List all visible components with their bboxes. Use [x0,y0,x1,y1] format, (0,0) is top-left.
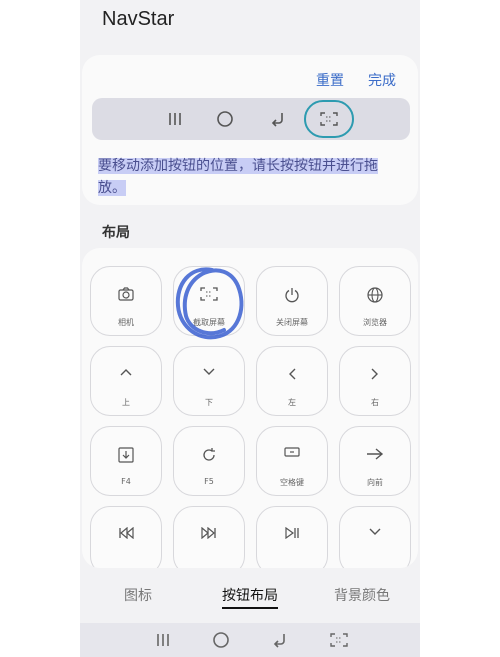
layout-button-label: 左 [288,398,296,407]
layout-button[interactable]: F4 [90,426,162,496]
play-pause-icon [257,527,327,539]
layout-button[interactable]: F5 [173,426,245,496]
refresh-icon [174,447,244,463]
chevron-left-icon [257,367,327,381]
layout-button-label: F4 [121,477,131,486]
skip-forward-icon [174,527,244,539]
tab-icons[interactable]: 图标 [124,585,152,605]
layout-button-label: 向前 [367,478,383,487]
layout-button[interactable]: 空格键 [256,426,328,496]
layout-button-label: 右 [371,398,379,407]
tab-background-color[interactable]: 背景颜色 [334,585,390,605]
home-icon[interactable] [208,623,234,657]
layout-button-label: 下 [205,398,213,407]
chevron-down-icon [174,367,244,377]
layout-button-label: 上 [122,398,130,407]
globe-icon [340,287,410,303]
layout-button-label: 浏览器 [363,318,387,327]
layout-button[interactable] [173,506,245,568]
download-icon [91,447,161,463]
nav-preview-card: 重置 完成 要移动添加按钮的位置，请长按按钮并进行拖放。 [82,55,418,205]
skip-back-icon [91,527,161,539]
layout-button[interactable]: 左 [256,346,328,416]
layout-button[interactable]: 相机 [90,266,162,336]
home-icon[interactable] [212,98,238,140]
back-icon[interactable] [264,98,290,140]
layout-button[interactable] [339,506,411,568]
section-title: 布局 [102,225,130,241]
arrow-right-icon [340,447,410,461]
spacebar-icon [257,447,327,457]
screenshot-icon[interactable] [326,623,352,657]
layout-button-label: 关闭屏幕 [276,318,308,327]
layout-button-label: 截取屏幕 [193,318,225,327]
system-navigation-bar [80,623,420,657]
layout-button[interactable]: 关闭屏幕 [256,266,328,336]
instruction-text: 要移动添加按钮的位置，请长按按钮并进行拖放。 [98,158,378,196]
chevron-up-icon [91,367,161,377]
chevron-down-icon [340,527,410,537]
app-title: NavStar [102,8,175,30]
screenshot-icon[interactable] [316,98,342,140]
power-icon [257,287,327,303]
reset-button[interactable]: 重置 [316,70,344,90]
button-layout-grid: 相机 截取屏幕 关闭屏幕 浏览器上 下 左 右 F4 F5 空格键 向前 [82,248,418,568]
layout-button[interactable]: 向前 [339,426,411,496]
layout-button[interactable] [90,506,162,568]
screenshot-icon [174,287,244,301]
layout-button[interactable] [256,506,328,568]
chevron-right-icon [340,367,410,381]
bottom-tabs: 图标 按钮布局 背景颜色 [80,585,420,613]
layout-button[interactable]: 浏览器 [339,266,411,336]
back-icon[interactable] [266,623,292,657]
tab-button-layout[interactable]: 按钮布局 [222,585,278,609]
layout-button-label: 空格键 [280,478,304,487]
camera-icon [91,287,161,301]
done-button[interactable]: 完成 [368,70,396,90]
recents-icon[interactable] [162,98,188,140]
layout-button[interactable]: 下 [173,346,245,416]
layout-button[interactable]: 上 [90,346,162,416]
layout-button-label: F5 [204,477,214,486]
layout-button-label: 相机 [118,318,134,327]
navigation-bar-preview [92,98,410,140]
phone-screen: NavStar 重置 完成 要移动添加按钮的位置，请长按按钮并进行拖放。 布局 … [80,0,420,657]
recents-icon[interactable] [150,623,176,657]
header-actions: 重置 完成 [316,70,396,90]
layout-button[interactable]: 截取屏幕 [173,266,245,336]
layout-button[interactable]: 右 [339,346,411,416]
